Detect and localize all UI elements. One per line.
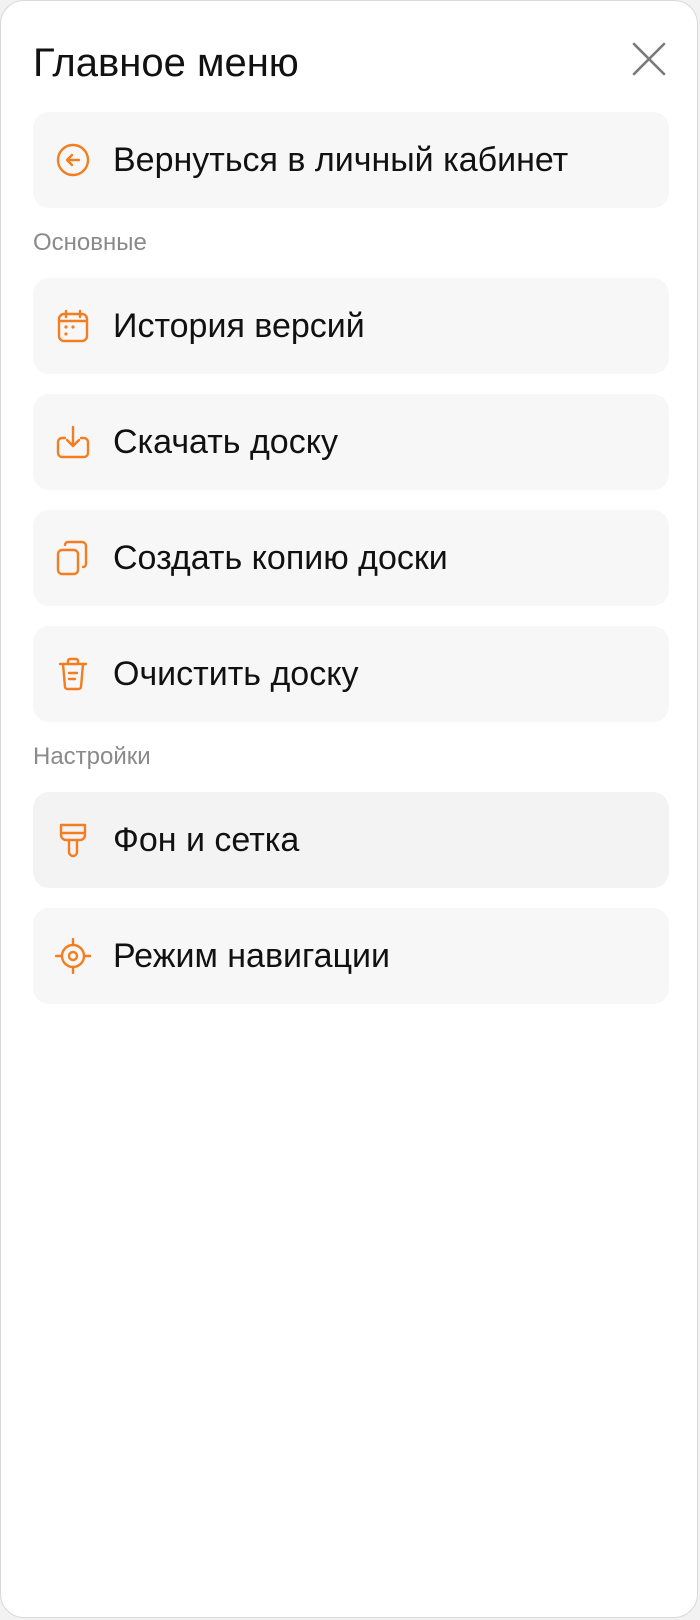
close-icon — [632, 42, 666, 76]
navigation-mode-label: Режим навигации — [113, 937, 391, 975]
version-history-item[interactable]: История версий — [33, 278, 669, 374]
download-board-label: Скачать доску — [113, 423, 338, 461]
trash-icon — [58, 657, 88, 691]
target-icon — [55, 938, 91, 974]
navigation-mode-item[interactable]: Режим навигации — [33, 908, 669, 1004]
section-label-settings: Настройки — [33, 743, 151, 770]
menu-title: Главное меню — [33, 41, 299, 85]
background-grid-label: Фон и сетка — [113, 821, 300, 859]
copy-board-item[interactable]: Создать копию доски — [33, 510, 669, 606]
copy-board-label: Создать копию доски — [113, 539, 448, 577]
menu-header: Главное меню — [33, 29, 673, 93]
section-label-main: Основные — [33, 229, 147, 256]
download-board-item[interactable]: Скачать доску — [33, 394, 669, 490]
close-button[interactable] — [625, 35, 673, 83]
back-to-account-label: Вернуться в личный кабинет — [113, 141, 569, 179]
main-menu-panel: Главное меню Вернуться в личный кабинет … — [0, 0, 698, 1618]
calendar-icon — [57, 309, 89, 343]
clear-board-item[interactable]: Очистить доску — [33, 626, 669, 722]
copy-icon — [56, 540, 88, 576]
background-grid-item[interactable]: Фон и сетка — [33, 792, 669, 888]
menu-list: Вернуться в личный кабинет Основные Исто… — [33, 112, 669, 1024]
version-history-label: История версий — [113, 307, 365, 345]
back-to-account-item[interactable]: Вернуться в личный кабинет — [33, 112, 669, 208]
arrow-left-circle-icon — [56, 143, 90, 177]
clear-board-label: Очистить доску — [113, 655, 359, 693]
download-icon — [56, 425, 90, 459]
brush-icon — [59, 823, 87, 858]
